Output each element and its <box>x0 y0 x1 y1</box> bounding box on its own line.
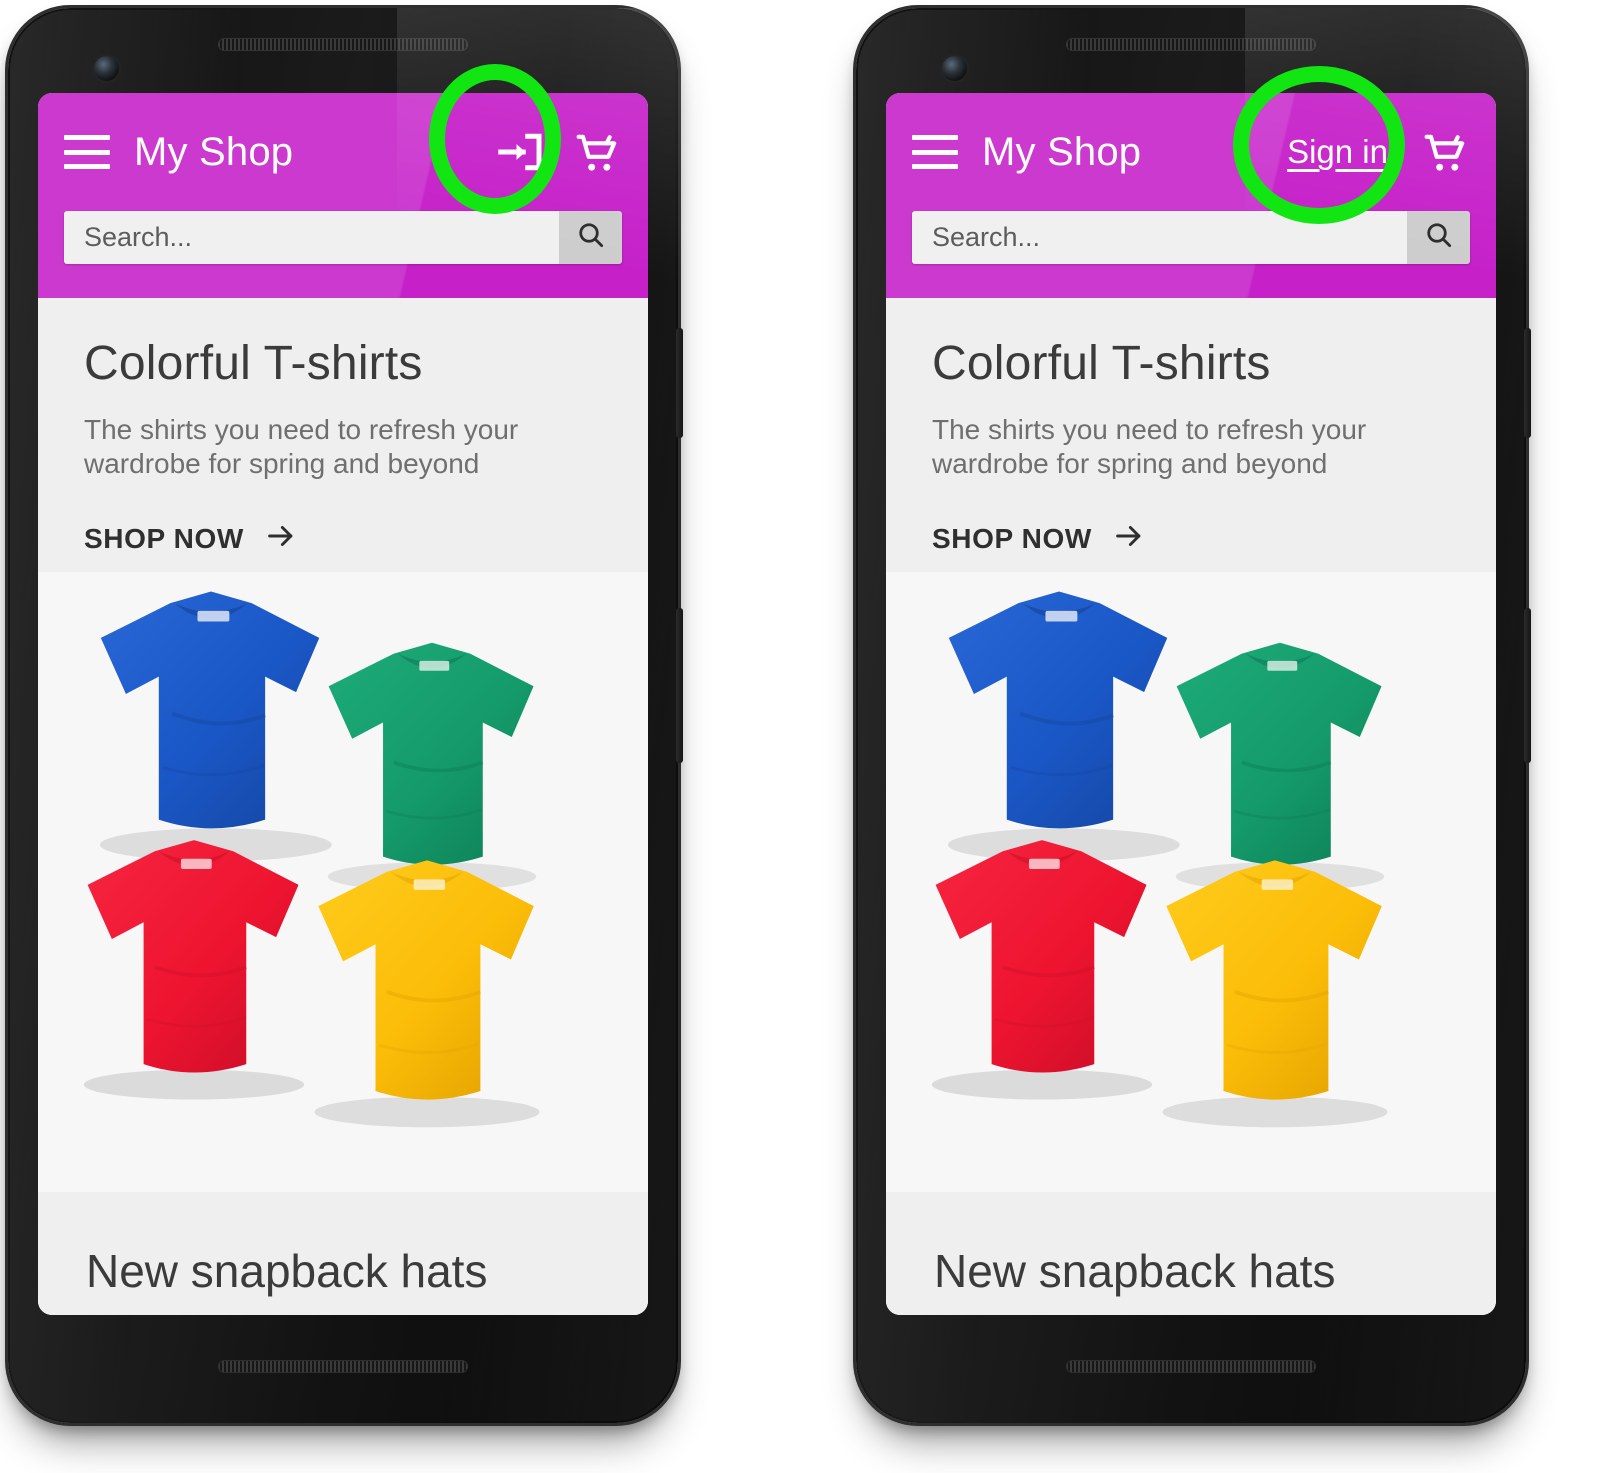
earpiece-speaker-icon <box>1066 38 1316 51</box>
shop-now-button[interactable]: SHOP NOW <box>84 519 298 558</box>
snapback-title: New snapback hats <box>86 1245 488 1298</box>
bottom-speaker-icon <box>1066 1360 1316 1373</box>
hero-title: Colorful T-shirts <box>84 337 423 390</box>
app-bar-row: My Shop <box>38 93 648 211</box>
search-bar[interactable]: Search... <box>912 211 1470 264</box>
app-bar: My Shop Sign in Search... <box>886 93 1496 298</box>
app-bar: My Shop Search... <box>38 93 648 298</box>
hero-title: Colorful T-shirts <box>932 337 1271 390</box>
search-input[interactable]: Search... <box>912 211 1407 264</box>
search-placeholder: Search... <box>84 222 193 252</box>
phone-screen-left: My Shop Search... Colorful T-shirts The … <box>38 93 648 1315</box>
power-button[interactable] <box>1524 328 1531 438</box>
brand-title: My Shop <box>982 129 1142 174</box>
search-icon <box>1423 219 1455 256</box>
volume-button[interactable] <box>1524 608 1531 763</box>
signin-link[interactable]: Sign in <box>1287 133 1388 171</box>
snapback-card: New snapback hats Dashing, distinctive. … <box>886 1192 1496 1315</box>
search-placeholder: Search... <box>932 222 1041 252</box>
tshirt-yellow <box>1132 844 1418 1136</box>
hamburger-menu-icon[interactable] <box>64 135 110 169</box>
hamburger-menu-icon[interactable] <box>912 135 958 169</box>
shop-now-label: SHOP NOW <box>84 522 244 554</box>
front-camera-icon <box>942 56 967 81</box>
phone-mockup-left: My Shop Search... Colorful T-shirts The … <box>8 8 705 1423</box>
snapback-title: New snapback hats <box>934 1245 1336 1298</box>
shopping-cart-icon[interactable] <box>1418 126 1470 178</box>
volume-button[interactable] <box>676 608 683 763</box>
phone-mockup-right: My Shop Sign in Search... Colorful T-shi… <box>856 8 1553 1423</box>
product-photo <box>38 572 648 1193</box>
snapback-card: New snapback hats Dashing, distinctive. … <box>38 1192 648 1315</box>
search-button[interactable] <box>559 211 622 264</box>
power-button[interactable] <box>676 328 683 438</box>
search-button[interactable] <box>1407 211 1470 264</box>
phone-screen-right: My Shop Sign in Search... Colorful T-shi… <box>886 93 1496 1315</box>
arrow-right-icon <box>264 519 298 558</box>
shopping-cart-icon[interactable] <box>570 126 622 178</box>
tshirt-yellow <box>284 844 570 1136</box>
search-input[interactable]: Search... <box>64 211 559 264</box>
dual-phone-comparison: My Shop Search... Colorful T-shirts The … <box>0 0 1600 1473</box>
app-bar-row: My Shop Sign in <box>886 93 1496 211</box>
front-camera-icon <box>94 56 119 81</box>
search-bar[interactable]: Search... <box>64 211 622 264</box>
login-icon[interactable] <box>494 125 548 179</box>
product-photo <box>886 572 1496 1193</box>
shop-now-label: SHOP NOW <box>932 522 1092 554</box>
arrow-right-icon <box>1112 519 1146 558</box>
page-content: Colorful T-shirts The shirts you need to… <box>886 298 1496 1315</box>
search-icon <box>575 219 607 256</box>
hero-subtitle: The shirts you need to refresh your ward… <box>932 414 1367 480</box>
hero-card: Colorful T-shirts The shirts you need to… <box>38 298 648 1193</box>
shop-now-button[interactable]: SHOP NOW <box>932 519 1146 558</box>
hero-card: Colorful T-shirts The shirts you need to… <box>886 298 1496 1193</box>
hero-subtitle: The shirts you need to refresh your ward… <box>84 414 519 480</box>
page-content: Colorful T-shirts The shirts you need to… <box>38 298 648 1315</box>
bottom-speaker-icon <box>218 1360 468 1373</box>
earpiece-speaker-icon <box>218 38 468 51</box>
brand-title: My Shop <box>134 129 294 174</box>
